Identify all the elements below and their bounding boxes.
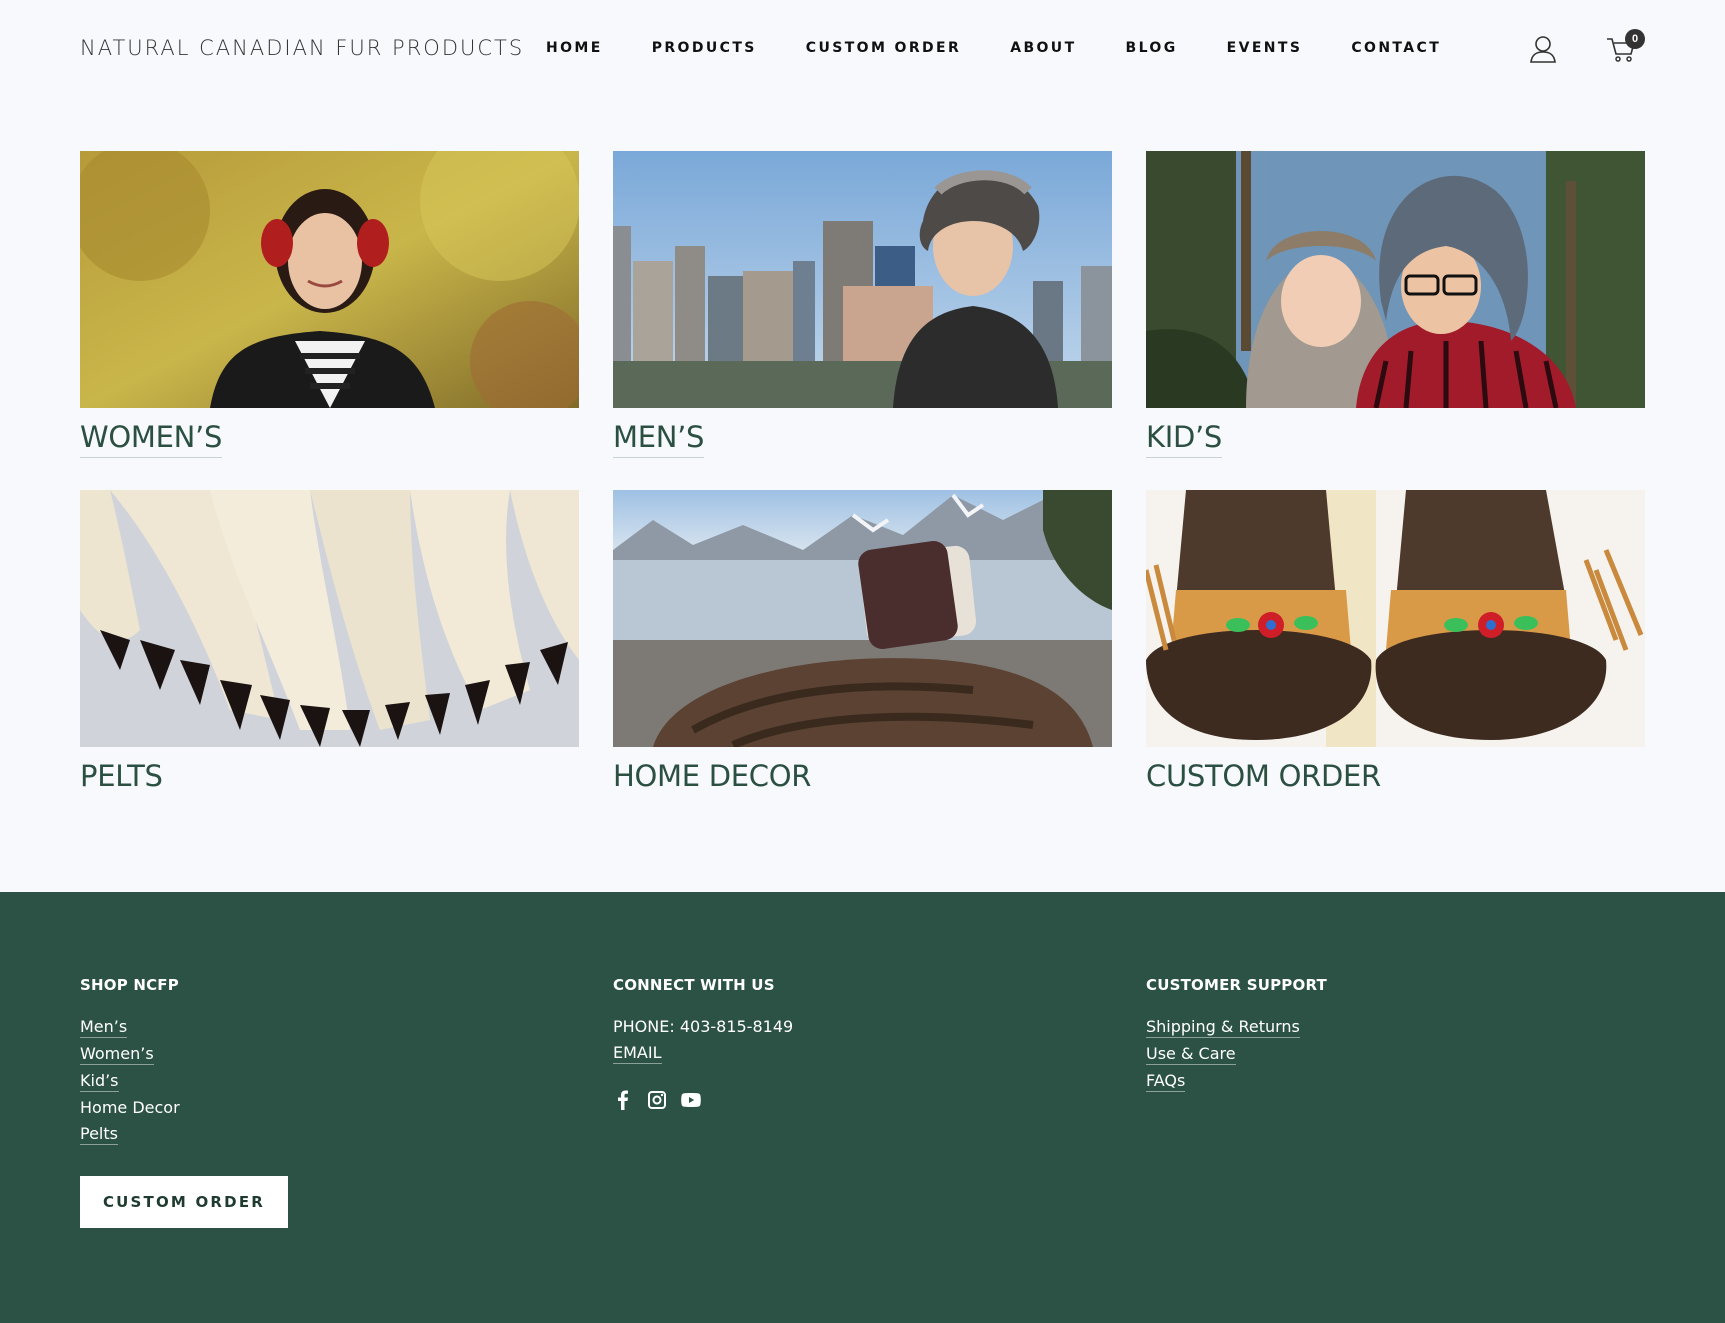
mens-image[interactable] bbox=[613, 151, 1112, 408]
pelts-image[interactable] bbox=[80, 490, 579, 747]
footer-link-mens[interactable]: Men’s bbox=[80, 1017, 128, 1038]
home-decor-image[interactable] bbox=[613, 490, 1112, 747]
nav-events[interactable]: EVENTS bbox=[1227, 40, 1303, 56]
footer-support-column: CUSTOMER SUPPORT Shipping & Returns Use … bbox=[1146, 976, 1327, 1098]
main-nav: HOME PRODUCTS CUSTOM ORDER ABOUT BLOG EV… bbox=[546, 40, 1490, 56]
footer-phone: PHONE: 403-815-8149 bbox=[613, 1017, 794, 1036]
footer-link-womens[interactable]: Women’s bbox=[80, 1044, 154, 1065]
footer-shop-heading: SHOP NCFP bbox=[80, 976, 179, 994]
category-label-mens[interactable]: MEN’S bbox=[613, 420, 704, 458]
nav-home[interactable]: HOME bbox=[546, 40, 603, 56]
footer-email-link[interactable]: EMAIL bbox=[613, 1043, 662, 1064]
footer-link-use-care[interactable]: Use & Care bbox=[1146, 1044, 1236, 1065]
site-logo[interactable]: NATURAL CANADIAN FUR PRODUCTS bbox=[80, 36, 524, 60]
category-label-womens[interactable]: WOMEN’S bbox=[80, 420, 222, 458]
footer-shop-column: SHOP NCFP Men’s Women’s Kid’s Home Decor… bbox=[80, 976, 180, 1151]
footer-link-faqs[interactable]: FAQs bbox=[1146, 1071, 1186, 1092]
site-footer: SHOP NCFP Men’s Women’s Kid’s Home Decor… bbox=[0, 892, 1725, 1323]
custom-order-image[interactable] bbox=[1146, 490, 1645, 747]
footer-connect-column: CONNECT WITH US PHONE: 403-815-8149 EMAI… bbox=[613, 976, 793, 1110]
facebook-icon[interactable] bbox=[613, 1090, 633, 1110]
youtube-icon[interactable] bbox=[681, 1090, 701, 1110]
category-tile-custom-order[interactable]: CUSTOM ORDER bbox=[1146, 490, 1645, 829]
nav-blog[interactable]: BLOG bbox=[1126, 40, 1178, 56]
category-tile-home-decor[interactable]: HOME DECOR bbox=[613, 490, 1112, 829]
site-header: NATURAL CANADIAN FUR PRODUCTS HOME PRODU… bbox=[0, 0, 1725, 96]
category-tile-mens[interactable]: MEN’S bbox=[613, 151, 1112, 490]
womens-image[interactable] bbox=[80, 151, 579, 408]
category-tile-kids[interactable]: KID’S bbox=[1146, 151, 1645, 490]
nav-products[interactable]: PRODUCTS bbox=[652, 40, 757, 56]
user-icon[interactable] bbox=[1530, 35, 1556, 63]
nav-contact[interactable]: CONTACT bbox=[1351, 40, 1441, 56]
category-label-kids[interactable]: KID’S bbox=[1146, 420, 1222, 458]
category-tile-womens[interactable]: WOMEN’S bbox=[80, 151, 579, 490]
footer-link-pelts[interactable]: Pelts bbox=[80, 1124, 118, 1145]
kids-image[interactable] bbox=[1146, 151, 1645, 408]
category-label-pelts[interactable]: PELTS bbox=[80, 759, 163, 796]
category-tile-pelts[interactable]: PELTS bbox=[80, 490, 579, 829]
instagram-icon[interactable] bbox=[647, 1090, 667, 1110]
footer-support-heading: CUSTOMER SUPPORT bbox=[1146, 976, 1327, 994]
cart-count-badge: 0 bbox=[1625, 29, 1645, 49]
footer-link-kids[interactable]: Kid’s bbox=[80, 1071, 119, 1092]
nav-about[interactable]: ABOUT bbox=[1010, 40, 1076, 56]
category-grid: WOMEN’S MEN’S KID’S PELTS HOME DECOR CUS… bbox=[80, 151, 1645, 829]
category-label-home-decor[interactable]: HOME DECOR bbox=[613, 759, 811, 796]
social-links bbox=[613, 1090, 793, 1110]
category-label-custom-order[interactable]: CUSTOM ORDER bbox=[1146, 759, 1381, 796]
footer-connect-heading: CONNECT WITH US bbox=[613, 976, 775, 994]
footer-link-home-decor[interactable]: Home Decor bbox=[80, 1098, 180, 1118]
footer-link-shipping-returns[interactable]: Shipping & Returns bbox=[1146, 1017, 1300, 1038]
footer-custom-order-button[interactable]: CUSTOM ORDER bbox=[80, 1176, 288, 1228]
nav-custom-order[interactable]: CUSTOM ORDER bbox=[806, 40, 961, 56]
